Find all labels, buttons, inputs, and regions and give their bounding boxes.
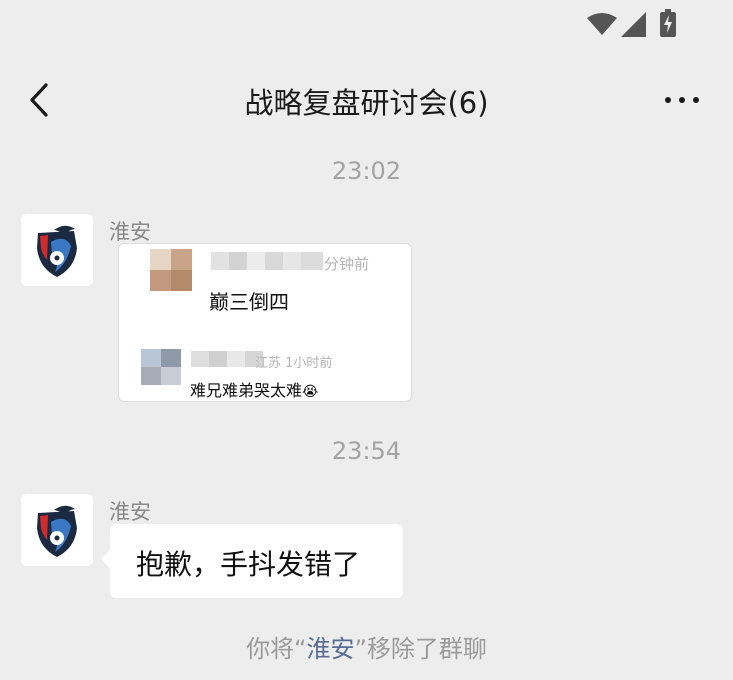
dragon-logo-icon [37,505,77,557]
blurred-avatar [150,249,192,291]
notice-suffix: ”移除了群聊 [354,635,487,663]
chat-title[interactable]: 战略复盘研讨会(6) [0,80,733,122]
signal-icon [621,12,646,37]
comment-location-time: 江苏 1小时前 [255,356,333,371]
battery-charging-icon [660,9,676,37]
removed-member-link[interactable]: 淮安 [307,635,355,663]
blurred-username [211,252,323,270]
comment-text: 巅三倒四 [209,290,289,314]
blurred-username [191,351,263,367]
status-bar [0,0,733,50]
comment-text: 难兄难弟哭太难😭 [190,377,318,401]
sender-name: 淮安 [109,220,151,244]
blurred-avatar [141,349,181,385]
wifi-icon [587,13,617,35]
message-text: 抱歉，手抖发错了 [136,548,361,581]
sender-name: 淮安 [109,500,151,524]
notice-prefix: 你将“ [246,635,307,663]
more-icon[interactable] [664,94,700,106]
message-bubble[interactable]: 抱歉，手抖发错了 [101,524,403,598]
message-timestamp: 23:02 [331,157,402,185]
avatar[interactable] [21,494,93,566]
crying-emoji-icon: 😭 [302,384,319,400]
dragon-logo-icon [37,225,77,277]
forwarded-screenshot[interactable]: 分钟前 巅三倒四 江苏 1小时前 难兄难弟哭太难😭 [118,243,412,402]
comment-time: 分钟前 [324,255,370,273]
message-timestamp: 23:54 [331,437,402,465]
comment-text-body: 难兄难弟哭太难 [190,381,303,400]
system-notice: 你将“淮安”移除了群聊 [0,629,733,664]
avatar[interactable] [21,214,93,286]
